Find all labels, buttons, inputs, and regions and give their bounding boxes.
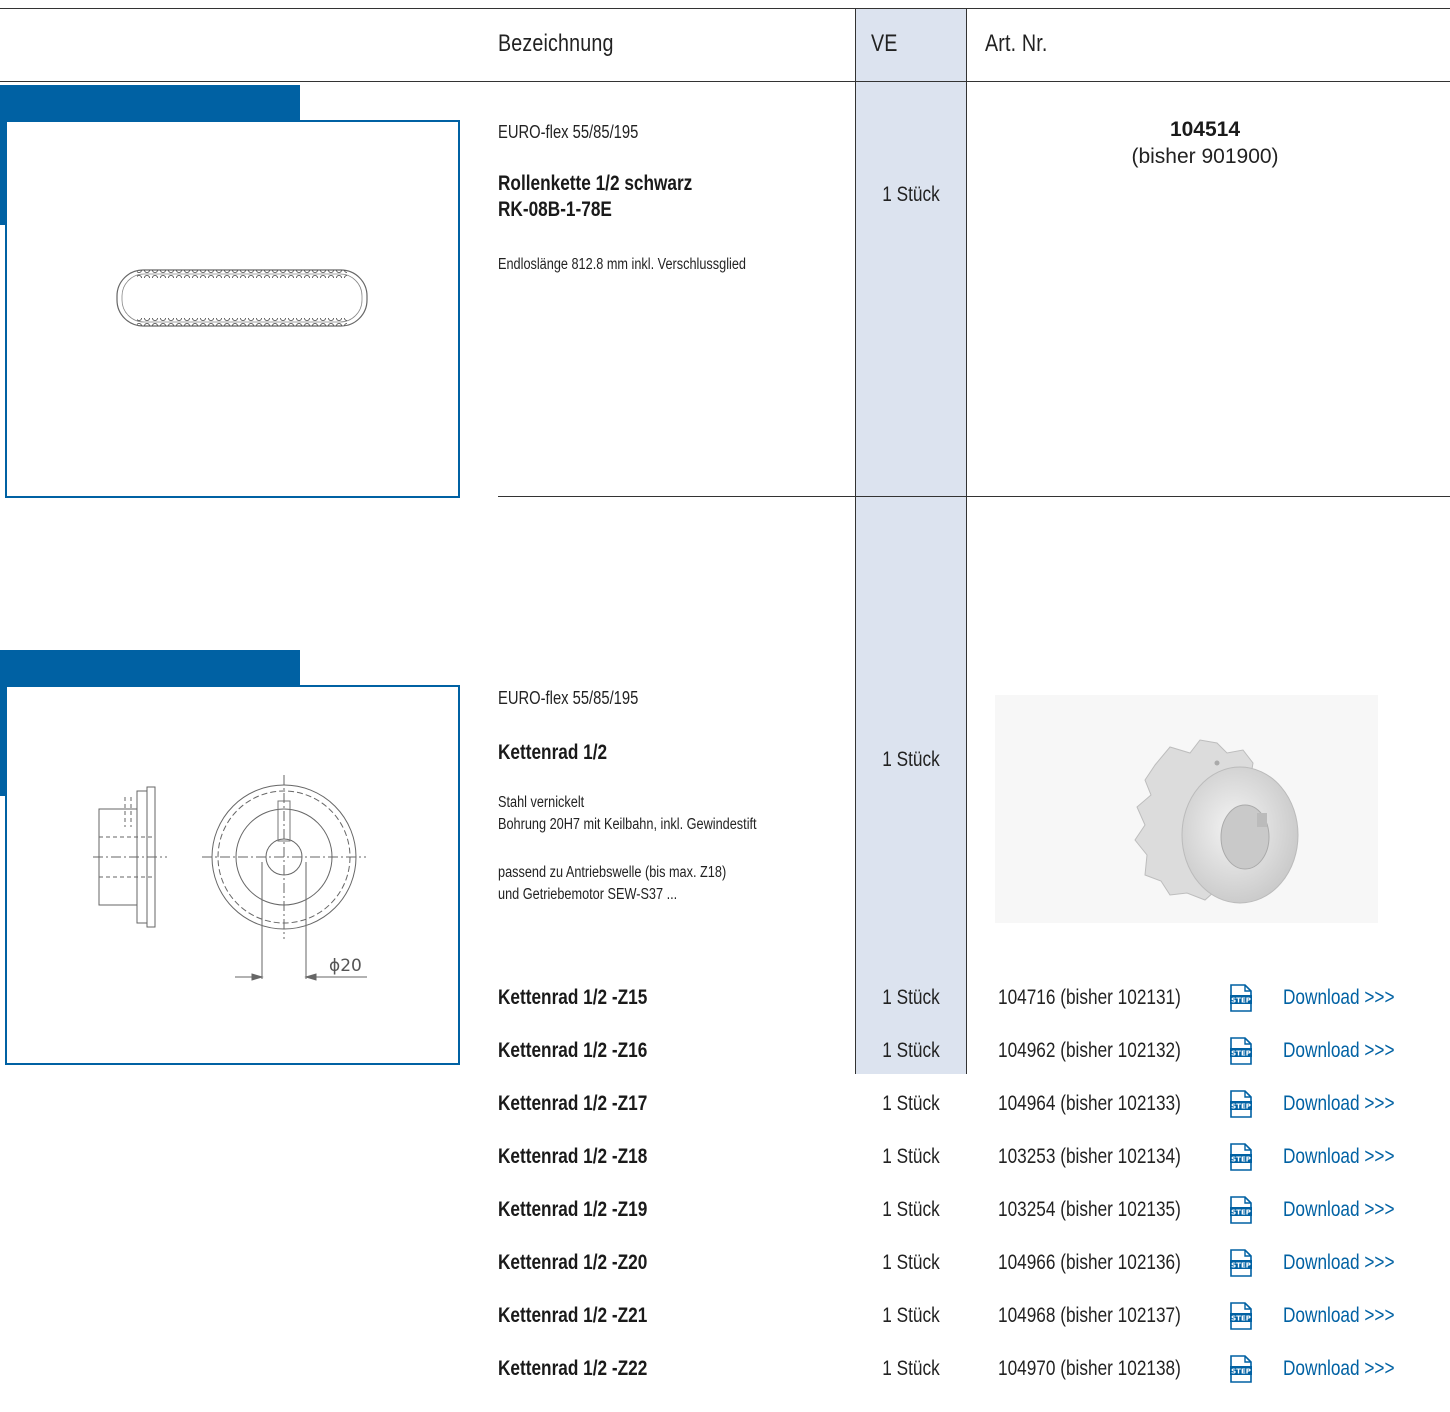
svg-text:STEP: STEP: [1231, 1367, 1251, 1375]
product1-description: Endloslänge 812.8 mm inkl. Verschlussgli…: [498, 256, 746, 273]
product1-name-line1: Rollenkette 1/2 schwarz: [498, 172, 693, 195]
variant-ve: 1 Stück: [882, 986, 940, 1009]
top-rule: [0, 8, 1450, 9]
product2-desc-line1: Stahl vernickelt: [498, 794, 585, 811]
dimension-label: ϕ20: [329, 956, 362, 976]
variant-name: Kettenrad 1/2 -Z16: [498, 1039, 648, 1062]
product1-artnr-old: (bisher 901900): [1131, 145, 1279, 168]
variant-artnr: 103253 (bisher 102134): [998, 1145, 1181, 1168]
variant-ve: 1 Stück: [882, 1304, 940, 1327]
product1-name-line2: RK-08B-1-78E: [498, 198, 612, 221]
download-link[interactable]: Download >>>: [1283, 1357, 1395, 1381]
step-file-icon[interactable]: STEP: [1230, 1302, 1252, 1335]
variant-artnr: 104716 (bisher 102131): [998, 986, 1181, 1009]
svg-text:STEP: STEP: [1231, 1102, 1251, 1110]
variant-ve: 1 Stück: [882, 1198, 940, 1221]
variant-ve: 1 Stück: [882, 1092, 940, 1115]
download-link[interactable]: Download >>>: [1283, 986, 1395, 1010]
variant-artnr: 104962 (bisher 102132): [998, 1039, 1181, 1062]
variant-artnr: 104964 (bisher 102133): [998, 1092, 1181, 1115]
sprocket-render: [1134, 739, 1299, 904]
product2-series: EURO-flex 55/85/195: [498, 688, 639, 708]
download-link[interactable]: Download >>>: [1283, 1251, 1395, 1275]
product1-tab: [0, 85, 300, 121]
variant-name: Kettenrad 1/2 -Z18: [498, 1145, 648, 1168]
product1-series: EURO-flex 55/85/195: [498, 122, 639, 142]
product2-tab: [0, 650, 300, 686]
product2-desc-line4: und Getriebemotor SEW-S37 ...: [498, 886, 678, 903]
ve-column-band: [855, 8, 967, 1074]
variant-ve: 1 Stück: [882, 1039, 940, 1062]
variant-artnr: 104968 (bisher 102137): [998, 1304, 1181, 1327]
step-file-icon[interactable]: STEP: [1230, 984, 1252, 1017]
variant-artnr: 104966 (bisher 102136): [998, 1251, 1181, 1274]
product2-ve: 1 Stück: [882, 748, 940, 771]
variant-artnr: 103254 (bisher 102135): [998, 1198, 1181, 1221]
step-file-icon[interactable]: STEP: [1230, 1196, 1252, 1229]
step-file-icon[interactable]: STEP: [1230, 1090, 1252, 1123]
download-link[interactable]: Download >>>: [1283, 1304, 1395, 1328]
product2-name: Kettenrad 1/2: [498, 741, 608, 764]
svg-text:STEP: STEP: [1231, 1261, 1251, 1269]
svg-text:STEP: STEP: [1231, 1208, 1251, 1216]
download-link[interactable]: Download >>>: [1283, 1039, 1395, 1063]
sprocket-3d-image: [995, 695, 1378, 923]
sprocket-technical-drawing: ϕ20: [93, 775, 367, 981]
svg-text:STEP: STEP: [1231, 1049, 1251, 1057]
variant-name: Kettenrad 1/2 -Z22: [498, 1357, 648, 1380]
product2-desc-line2: Bohrung 20H7 mit Keilbahn, inkl. Gewinde…: [498, 816, 757, 833]
product1-ve: 1 Stück: [882, 183, 940, 206]
variant-name: Kettenrad 1/2 -Z21: [498, 1304, 648, 1327]
variant-name: Kettenrad 1/2 -Z17: [498, 1092, 648, 1115]
download-link[interactable]: Download >>>: [1283, 1092, 1395, 1116]
roller-chain-drawing: [116, 269, 368, 327]
variant-ve: 1 Stück: [882, 1357, 940, 1380]
variant-ve: 1 Stück: [882, 1145, 940, 1168]
product1-image-frame: [5, 120, 460, 498]
download-link[interactable]: Download >>>: [1283, 1198, 1395, 1222]
variant-ve: 1 Stück: [882, 1251, 940, 1274]
variant-name: Kettenrad 1/2 -Z20: [498, 1251, 648, 1274]
variant-name: Kettenrad 1/2 -Z19: [498, 1198, 648, 1221]
product2-desc-line3: passend zu Antriebswelle (bis max. Z18): [498, 864, 727, 881]
step-file-icon[interactable]: STEP: [1230, 1037, 1252, 1070]
col-header-artnr: Art. Nr.: [985, 30, 1048, 57]
variant-artnr: 104970 (bisher 102138): [998, 1357, 1181, 1380]
product2-image-frame: ϕ20: [5, 685, 460, 1065]
step-file-icon[interactable]: STEP: [1230, 1249, 1252, 1282]
step-file-icon[interactable]: STEP: [1230, 1143, 1252, 1176]
product1-artnr: 104514: [1169, 118, 1241, 141]
header-rule: [0, 81, 1450, 82]
svg-text:STEP: STEP: [1231, 1314, 1251, 1322]
step-file-icon[interactable]: STEP: [1230, 1355, 1252, 1388]
product-separator: [498, 496, 1450, 497]
svg-text:STEP: STEP: [1231, 1155, 1251, 1163]
col-header-ve: VE: [871, 30, 898, 57]
col-header-bezeichnung: Bezeichnung: [498, 30, 614, 57]
download-link[interactable]: Download >>>: [1283, 1145, 1395, 1169]
svg-text:STEP: STEP: [1231, 996, 1251, 1004]
variant-name: Kettenrad 1/2 -Z15: [498, 986, 648, 1009]
